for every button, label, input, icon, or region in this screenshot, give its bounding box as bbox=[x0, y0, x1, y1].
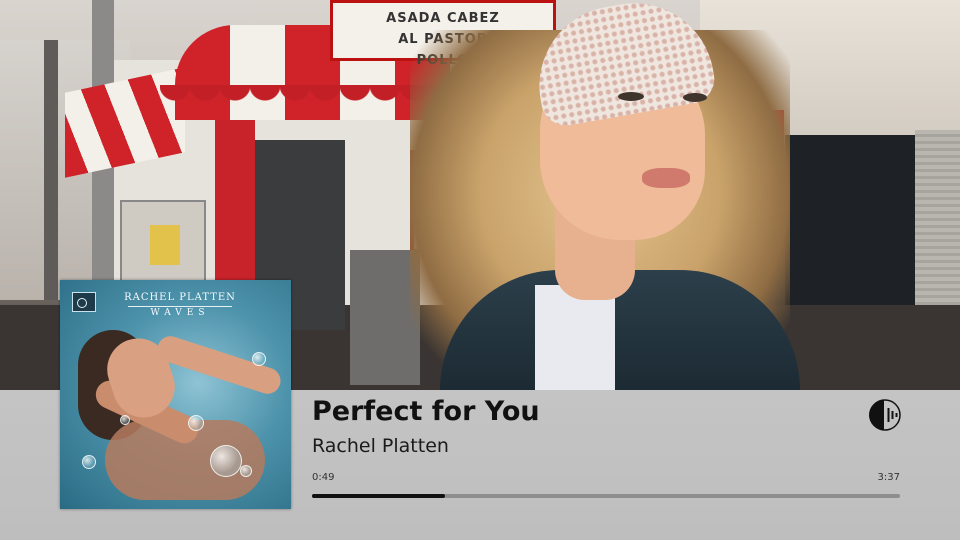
audio-waveform-icon[interactable] bbox=[868, 398, 902, 432]
album-art: RACHEL PLATTEN WAVES bbox=[60, 280, 291, 509]
payphone-handset bbox=[150, 225, 180, 265]
bubble bbox=[210, 445, 242, 477]
artist-eye bbox=[683, 93, 707, 102]
sign-line: ASADA CABEZ bbox=[386, 11, 500, 26]
track-artist: Rachel Platten bbox=[312, 435, 449, 457]
elapsed-time: 0:49 bbox=[312, 472, 335, 483]
artist-eye bbox=[618, 92, 644, 101]
red-column bbox=[215, 110, 255, 280]
album-art-divider bbox=[128, 306, 232, 307]
bubble bbox=[82, 455, 96, 469]
bubble bbox=[240, 465, 252, 477]
dark-doorway bbox=[785, 135, 915, 315]
progress-fill bbox=[312, 494, 445, 498]
pole bbox=[44, 40, 58, 300]
bubble bbox=[188, 415, 204, 431]
total-duration: 3:37 bbox=[877, 472, 900, 483]
artist-shirt bbox=[535, 285, 615, 390]
bubble bbox=[120, 415, 130, 425]
artist-lips bbox=[642, 168, 690, 188]
bubble bbox=[252, 352, 266, 366]
track-title: Perfect for You bbox=[312, 396, 540, 427]
album-art-title: WAVES bbox=[150, 308, 210, 318]
album-art-artist: RACHEL PLATTEN bbox=[124, 292, 236, 303]
progress-bar[interactable] bbox=[312, 494, 900, 498]
rolling-shutter bbox=[915, 130, 960, 310]
columbia-records-logo bbox=[72, 292, 96, 312]
